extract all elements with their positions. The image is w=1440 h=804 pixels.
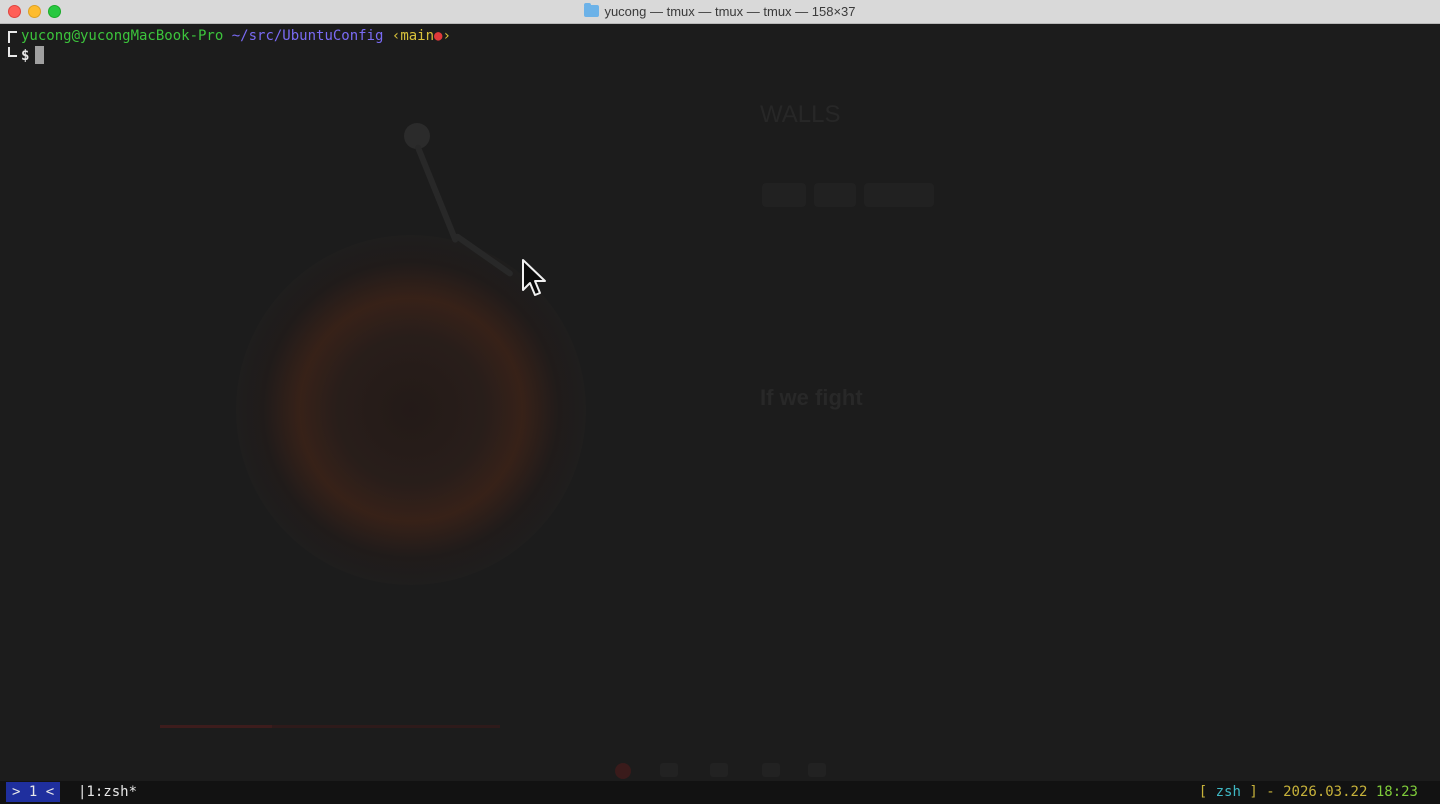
playback-progress — [160, 725, 500, 728]
prompt-branch: ‹main — [391, 28, 435, 44]
prompt-corner-bottom-icon — [8, 47, 17, 57]
terminal-window: yucong — tmux — tmux — tmux — 158×37 WAL… — [0, 0, 1440, 804]
mouse-pointer-icon — [522, 259, 546, 296]
prompt-corner-top-icon — [8, 31, 17, 43]
prompt-line: yucong@yucongMacBook-Pro ~/src/UbuntuCon… — [8, 26, 451, 46]
status-time: 18:23 — [1375, 784, 1418, 800]
tmux-status-right: [ zsh ] - 2026.03.22 18:23 — [1199, 781, 1418, 803]
folder-icon — [584, 3, 600, 17]
like-icon — [615, 763, 631, 779]
title-bar[interactable]: yucong — tmux — tmux — tmux — 158×37 — [0, 0, 1440, 24]
status-separator: - — [1266, 784, 1275, 800]
background-app-ghost: WALLS If we fight — [0, 25, 1440, 781]
tag-chip — [864, 183, 934, 207]
prompt-user-host: yucong@yucongMacBook-Pro — [21, 28, 224, 44]
text-cursor — [35, 46, 45, 64]
shell-bracket-open: [ — [1198, 784, 1208, 800]
tonearm — [414, 143, 460, 244]
song-title: WALLS — [760, 101, 841, 128]
shell-name: zsh — [1215, 784, 1241, 800]
window-title-text: yucong — tmux — tmux — tmux — 158×37 — [604, 4, 856, 19]
lyric-heading: If we fight — [760, 385, 863, 410]
tmux-window-list[interactable]: |1:zsh* — [78, 781, 137, 803]
next-icon — [762, 763, 780, 777]
tmux-session-indicator[interactable]: > 1 < — [6, 782, 61, 802]
playback-progress-fill — [160, 725, 273, 728]
playlist-icon — [808, 763, 826, 777]
tag-chip — [814, 183, 856, 207]
tag-chip — [762, 183, 806, 207]
terminal-pane[interactable]: WALLS If we fight yucong@yucongMacBook-P… — [0, 25, 1440, 781]
prompt-input-line[interactable]: $ — [8, 46, 45, 66]
previous-icon — [660, 763, 678, 777]
prompt-symbol: $ — [21, 48, 30, 64]
prompt-path: ~/src/UbuntuConfig — [231, 28, 384, 44]
shell-bracket-close: ] — [1249, 784, 1258, 800]
window-title: yucong — tmux — tmux — tmux — 158×37 — [0, 3, 1440, 20]
tmux-status-bar: > 1 < |1:zsh* [ zsh ] - 2026.03.22 18:23 — [0, 781, 1440, 804]
status-date: 2026.03.22 — [1283, 784, 1368, 800]
pause-icon — [710, 763, 728, 777]
prompt-branch-close: › — [442, 28, 451, 44]
